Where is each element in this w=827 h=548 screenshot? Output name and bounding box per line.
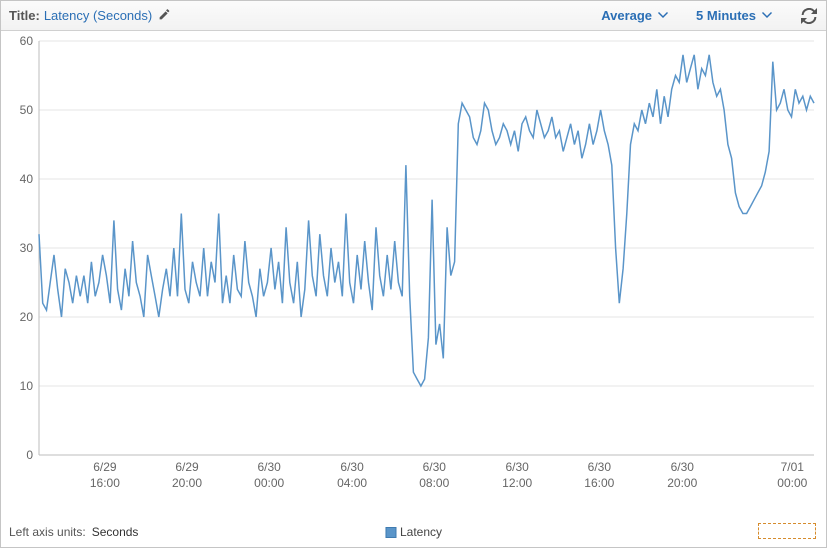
svg-text:16:00: 16:00 — [90, 476, 120, 490]
legend: Latency — [385, 525, 442, 539]
refresh-icon[interactable] — [800, 7, 818, 25]
title-label: Title: — [9, 8, 40, 23]
svg-text:50: 50 — [20, 103, 34, 117]
svg-text:10: 10 — [20, 379, 34, 393]
svg-text:20: 20 — [20, 310, 34, 324]
svg-text:00:00: 00:00 — [254, 476, 284, 490]
statistic-dropdown-label: Average — [601, 8, 652, 23]
chevron-down-icon — [658, 8, 668, 23]
svg-text:20:00: 20:00 — [667, 476, 697, 490]
edit-title-icon[interactable] — [158, 8, 171, 24]
svg-text:12:00: 12:00 — [502, 476, 532, 490]
svg-text:0: 0 — [26, 448, 33, 462]
svg-text:40: 40 — [20, 172, 34, 186]
svg-text:7/01: 7/01 — [781, 460, 805, 474]
title-link[interactable]: Latency (Seconds) — [44, 8, 152, 23]
axis-units: Left axis units: Seconds — [9, 525, 138, 539]
period-dropdown[interactable]: 5 Minutes — [696, 8, 772, 23]
svg-text:6/30: 6/30 — [671, 460, 695, 474]
panel-footer: Left axis units: Seconds Latency — [1, 497, 826, 547]
period-dropdown-label: 5 Minutes — [696, 8, 756, 23]
line-chart: 0 10 20 30 40 50 60 6/29 16:00 6/29 20:00 6/30 00:00… — [1, 31, 826, 497]
chart-panel: Title: Latency (Seconds) Average 5 Minut… — [0, 0, 827, 548]
chart-plot-area: 0 10 20 30 40 50 60 6/29 16:00 6/29 20:00 6/30 00:00… — [1, 31, 826, 497]
statistic-dropdown[interactable]: Average — [601, 8, 668, 23]
annotation-marker — [758, 523, 816, 539]
svg-text:6/30: 6/30 — [588, 460, 612, 474]
svg-text:6/30: 6/30 — [340, 460, 364, 474]
svg-text:6/29: 6/29 — [93, 460, 117, 474]
svg-text:6/30: 6/30 — [423, 460, 447, 474]
legend-swatch — [385, 527, 396, 538]
svg-text:08:00: 08:00 — [419, 476, 449, 490]
svg-text:20:00: 20:00 — [172, 476, 202, 490]
panel-header: Title: Latency (Seconds) Average 5 Minut… — [1, 1, 826, 31]
svg-text:16:00: 16:00 — [584, 476, 614, 490]
svg-text:6/29: 6/29 — [175, 460, 199, 474]
chevron-down-icon — [762, 8, 772, 23]
axis-units-label: Left axis units: — [9, 525, 86, 539]
svg-text:00:00: 00:00 — [777, 476, 807, 490]
legend-label: Latency — [400, 525, 442, 539]
svg-text:6/30: 6/30 — [257, 460, 281, 474]
axis-units-value: Seconds — [92, 525, 139, 539]
svg-text:6/30: 6/30 — [505, 460, 529, 474]
svg-text:04:00: 04:00 — [337, 476, 367, 490]
svg-text:60: 60 — [20, 34, 34, 48]
svg-text:30: 30 — [20, 241, 34, 255]
